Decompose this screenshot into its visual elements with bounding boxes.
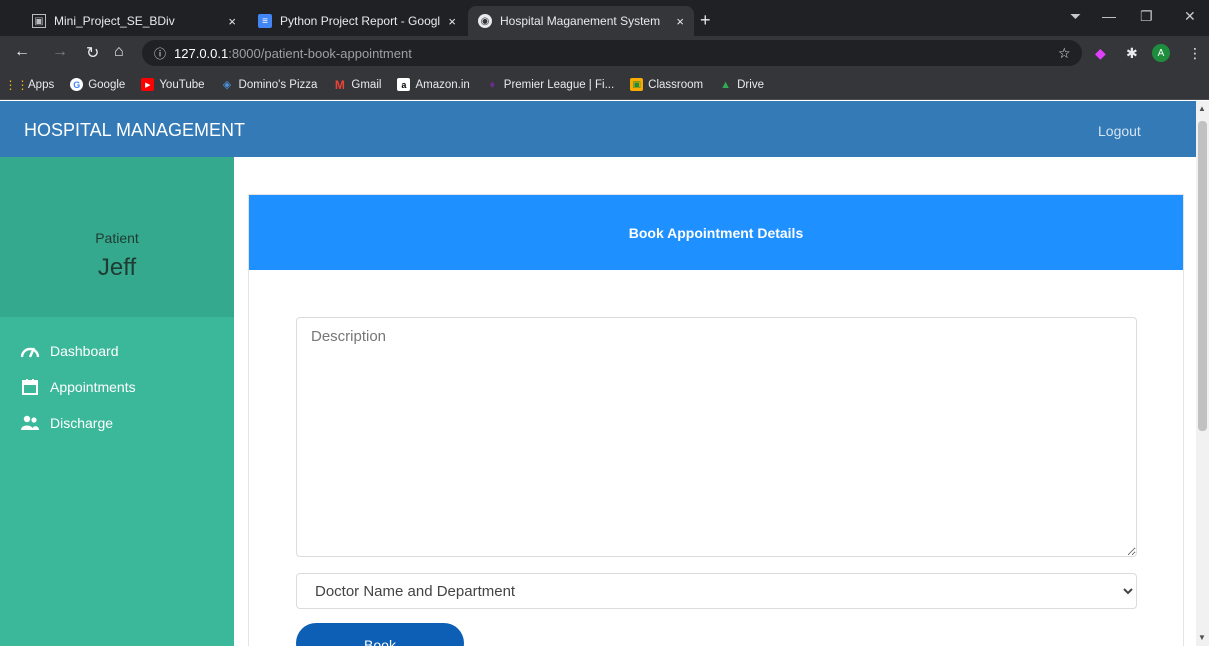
bookmark-label: Premier League | Fi... [503,78,615,91]
bookmarks-bar: ⋮⋮ Apps G Google ▶ YouTube ◈ Domino's Pi… [0,70,1209,100]
back-arrow-icon[interactable]: ← [14,43,30,61]
sidebar-menu: Dashboard Appointments Discharge [20,333,136,441]
page-scrollbar[interactable]: ▲ ▼ [1196,101,1209,646]
close-window-button[interactable]: ✕ [1184,8,1196,25]
forward-arrow-icon[interactable]: → [52,43,68,61]
page-viewport: HOSPITAL MANAGEMENT Logout Patient Jeff … [0,101,1196,646]
color-extension-icon[interactable]: ◆ [1095,45,1106,62]
sidebar-item-dashboard[interactable]: Dashboard [20,333,136,369]
tab-close-icon[interactable]: × [676,14,684,29]
google-docs-icon: ≡ [258,14,272,28]
calendar-icon [22,379,38,395]
bookmark-youtube[interactable]: ▶ YouTube [141,78,205,91]
tab-title: Python Project Report - Google D [280,14,441,28]
bookmark-star-icon[interactable]: ☆ [1058,45,1071,62]
dominos-icon: ◈ [222,79,232,91]
dashboard-gauge-icon [20,347,40,358]
tab-mini-project[interactable]: ▣ Mini_Project_SE_BDiv × [22,6,246,36]
bookmark-label: Amazon.in [415,78,470,91]
google-icon: G [70,78,84,91]
apps-grid-icon: ⋮⋮ [4,77,29,92]
description-textarea[interactable] [296,317,1137,557]
gmail-icon: M [334,77,345,92]
menu-kebab-icon[interactable]: ⋮ [1188,45,1202,62]
bookmark-label: Domino's Pizza [238,78,318,91]
browser-toolbar: ← → ↻ ⌂ ⓘ 127.0.0.1:8000/patient-book-ap… [0,36,1209,70]
globe-icon: ◉ [478,14,492,28]
tab-close-icon[interactable]: × [448,14,456,29]
sidebar-item-label: Dashboard [50,343,119,359]
profile-role: Patient [95,230,139,246]
new-tab-button[interactable]: + [700,10,711,31]
bookmark-google[interactable]: G Google [70,78,125,91]
bookmark-label: Google [88,78,126,91]
site-info-icon[interactable]: ⓘ [154,45,166,62]
address-bar[interactable]: ⓘ 127.0.0.1:8000/patient-book-appointmen… [142,40,1082,66]
profile-avatar[interactable]: A [1152,44,1170,62]
url-host: 127.0.0.1 [174,45,229,61]
sidebar-item-appointments[interactable]: Appointments [20,369,136,405]
bookmark-dominos[interactable]: ◈ Domino's Pizza [221,78,318,92]
main-content: Book Appointment Details Doctor Name and… [234,157,1196,646]
youtube-icon: ▶ [141,78,155,91]
amazon-icon: a [397,78,411,91]
bookmark-apps[interactable]: ⋮⋮ Apps [4,77,55,92]
home-icon[interactable]: ⌂ [114,43,124,61]
book-appointment-card: Book Appointment Details Doctor Name and… [248,194,1184,646]
sidebar-item-label: Appointments [50,379,136,395]
maximize-button[interactable]: ❐ [1140,8,1153,25]
doctor-select[interactable]: Doctor Name and Department [296,573,1137,609]
url-path: :8000/patient-book-appointment [228,45,412,61]
bookmark-amazon[interactable]: a Amazon.in [397,78,470,91]
sidebar-item-discharge[interactable]: Discharge [20,405,136,441]
bookmark-gmail[interactable]: M Gmail [333,77,382,92]
reload-icon[interactable]: ↻ [86,43,99,63]
tab-close-icon[interactable]: × [228,14,236,29]
classroom-icon: ▣ [630,78,644,91]
bookmark-label: Apps [28,78,55,91]
bookmark-label: Drive [737,78,764,91]
tab-python-report[interactable]: ≡ Python Project Report - Google D × [248,6,466,36]
scrollbar-thumb[interactable] [1198,121,1207,431]
premier-league-icon: ♦ [489,78,496,91]
scroll-down-arrow-icon[interactable]: ▼ [1198,633,1206,642]
bookmark-premier-league[interactable]: ♦ Premier League | Fi... [486,78,614,91]
book-button[interactable]: Book [296,623,464,646]
bookmark-label: Classroom [648,78,704,91]
tab-search-icon[interactable]: ⏷ [1070,8,1081,25]
sidebar: Patient Jeff Dashboard Appointments Disc… [0,157,234,646]
users-icon [21,415,39,430]
profile-name: Jeff [97,254,137,281]
scroll-up-arrow-icon[interactable]: ▲ [1198,104,1206,113]
tab-title: Mini_Project_SE_BDiv [54,14,175,28]
card-header-title: Book Appointment Details [249,195,1183,270]
sidebar-item-label: Discharge [50,415,114,431]
app-brand[interactable]: HOSPITAL MANAGEMENT [24,120,245,141]
minimize-button[interactable]: — [1102,8,1116,24]
patient-profile: Patient Jeff [0,157,234,317]
bookmark-classroom[interactable]: ▣ Classroom [630,78,703,91]
drive-icon: ▲ [720,78,732,91]
app-navbar: HOSPITAL MANAGEMENT Logout [0,101,1196,157]
browser-tab-strip: ▣ Mini_Project_SE_BDiv × ≡ Python Projec… [0,0,1209,36]
bookmark-label: YouTube [159,78,205,91]
bookmark-drive[interactable]: ▲ Drive [719,78,764,91]
bookmark-label: Gmail [351,78,382,91]
logout-link[interactable]: Logout [1098,123,1141,139]
image-file-icon: ▣ [32,14,46,28]
tab-title: Hospital Maganement System [500,14,661,28]
extensions-puzzle-icon[interactable]: ✱ [1126,45,1138,62]
tab-hospital-management[interactable]: ◉ Hospital Maganement System × [468,6,694,36]
